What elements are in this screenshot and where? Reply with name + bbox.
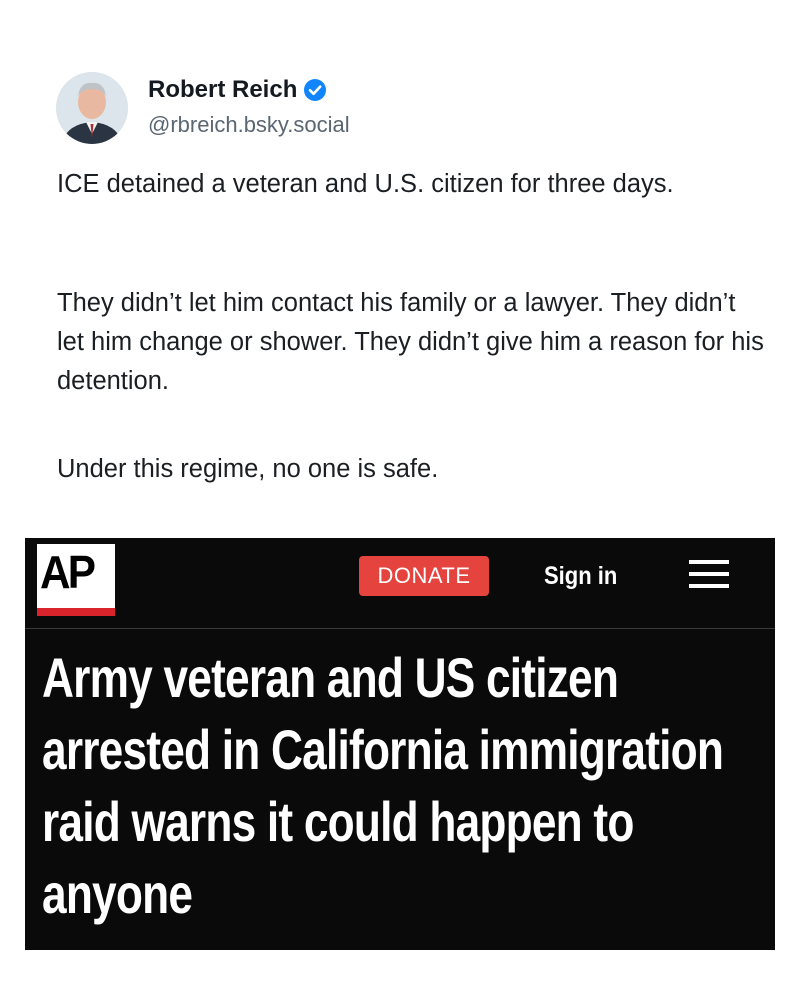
ap-logo-bar xyxy=(37,608,115,616)
post-paragraph: Under this regime, no one is safe. xyxy=(57,455,439,483)
avatar-image xyxy=(56,72,128,144)
author-name-row[interactable]: Robert Reich xyxy=(148,76,327,104)
author-handle[interactable]: @rbreich.bsky.social xyxy=(148,112,350,138)
donate-button[interactable]: DONATE xyxy=(359,556,489,596)
hamburger-menu-icon[interactable] xyxy=(689,560,729,592)
author-name[interactable]: Robert Reich xyxy=(148,76,297,104)
header-divider xyxy=(25,628,775,629)
ap-news-card[interactable]: AP DONATE Sign in Army veteran and US ci… xyxy=(25,538,775,950)
post-paragraph: ICE detained a veteran and U.S. citizen … xyxy=(57,170,674,198)
sign-in-link[interactable]: Sign in xyxy=(544,560,617,592)
ap-logo-text: AP xyxy=(40,546,96,598)
avatar[interactable] xyxy=(56,72,128,144)
article-headline[interactable]: Army veteran and US citizen arrested in … xyxy=(42,642,753,930)
ap-logo[interactable]: AP xyxy=(37,544,115,616)
verified-check-icon xyxy=(303,78,327,102)
social-post: Robert Reich @rbreich.bsky.social ICE de… xyxy=(0,0,800,520)
post-paragraph: They didn’t let him contact his family o… xyxy=(57,289,764,395)
